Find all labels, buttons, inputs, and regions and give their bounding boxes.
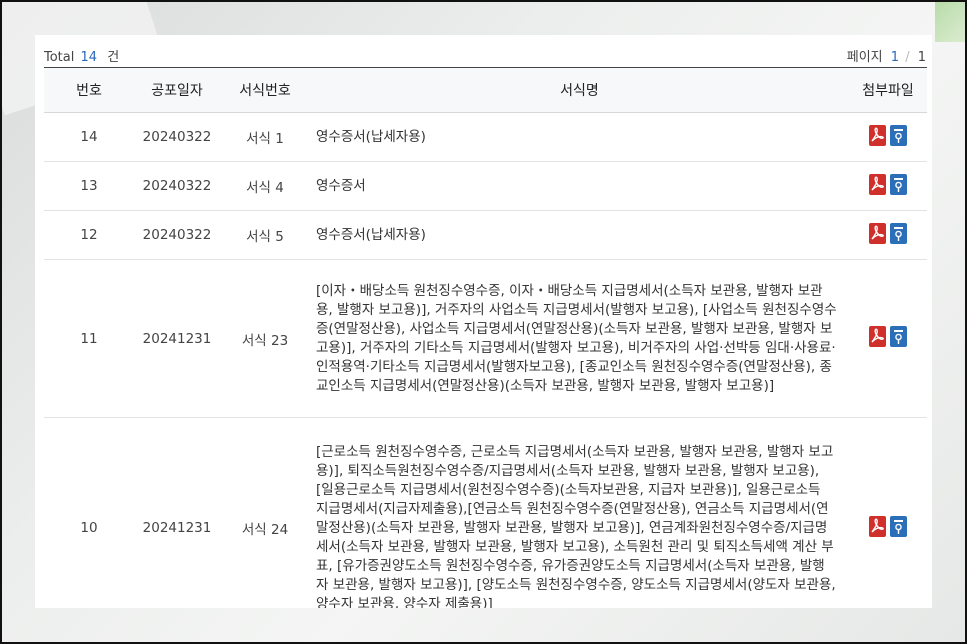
hwp-file-icon[interactable]: [890, 326, 907, 347]
row-form-name[interactable]: 영수증서(납세자용): [310, 210, 849, 260]
current-page: 1: [890, 49, 900, 65]
hwp-file-icon[interactable]: [890, 222, 907, 244]
row-number: 11: [44, 259, 134, 418]
page-label: 페이지: [846, 49, 883, 65]
table-row: 12 20240322 서식 5 영수증서(납세자용): [44, 210, 927, 260]
row-number: 10: [44, 417, 134, 608]
row-form-number: 서식 24: [220, 417, 310, 608]
pdf-file-icon[interactable]: [869, 326, 886, 347]
row-date: 20241231: [134, 259, 220, 418]
form-list-panel: Total 14 건 페이지 1 / 1 번호 공포일자 서식번호 서식명 첨부…: [35, 35, 932, 608]
total-label: Total: [44, 49, 75, 65]
total-unit: 건: [107, 49, 120, 65]
row-date: 20240322: [134, 112, 220, 162]
table-row: 13 20240322 서식 4 영수증서: [44, 161, 927, 211]
total-number: 14: [80, 49, 98, 65]
list-summary-bar: Total 14 건 페이지 1 / 1: [44, 43, 926, 67]
total-count: Total 14 건: [44, 46, 119, 65]
background-green-corner: [935, 2, 965, 42]
row-number: 14: [44, 112, 134, 162]
hwp-file-icon[interactable]: [890, 173, 907, 195]
row-form-name[interactable]: 영수증서(납세자용): [310, 112, 849, 162]
pdf-file-icon[interactable]: [869, 515, 886, 537]
pdf-file-icon[interactable]: [869, 173, 886, 195]
row-date: 20240322: [134, 161, 220, 211]
table-row: 10 20241231 서식 24 [근로소득 원천징수영수증, 근로소득 지급…: [44, 417, 927, 608]
row-form-number: 서식 1: [220, 112, 310, 162]
column-header-attachments: 첨부파일: [849, 68, 927, 113]
table-header-row: 번호 공포일자 서식번호 서식명 첨부파일: [44, 68, 927, 113]
total-pages: 1: [917, 49, 926, 65]
row-attachments: [849, 417, 927, 608]
column-header-number: 번호: [44, 68, 134, 113]
row-date: 20241231: [134, 417, 220, 608]
row-date: 20240322: [134, 210, 220, 260]
row-attachments: [849, 210, 927, 260]
row-attachments: [849, 259, 927, 418]
row-attachments: [849, 112, 927, 162]
form-table: 번호 공포일자 서식번호 서식명 첨부파일 14 20240322 서식 1 영…: [44, 68, 927, 608]
hwp-file-icon[interactable]: [890, 515, 907, 537]
row-form-number: 서식 23: [220, 259, 310, 418]
row-number: 13: [44, 161, 134, 211]
row-form-name[interactable]: [이자・배당소득 원천징수영수증, 이자・배당소득 지급명세서(소득자 보관용,…: [310, 259, 849, 418]
row-form-number: 서식 4: [220, 161, 310, 211]
row-number: 12: [44, 210, 134, 260]
row-form-name[interactable]: 영수증서: [310, 161, 849, 211]
table-row: 11 20241231 서식 23 [이자・배당소득 원천징수영수증, 이자・배…: [44, 259, 927, 418]
pdf-file-icon[interactable]: [869, 222, 886, 244]
row-form-name[interactable]: [근로소득 원천징수영수증, 근로소득 지급명세서(소득자 보관용, 발행자 보…: [310, 417, 849, 608]
row-attachments: [849, 161, 927, 211]
hwp-file-icon[interactable]: [890, 124, 907, 146]
pdf-file-icon[interactable]: [869, 124, 886, 146]
column-header-form-name: 서식명: [310, 68, 849, 113]
table-row: 14 20240322 서식 1 영수증서(납세자용): [44, 112, 927, 162]
page-separator: /: [905, 49, 910, 65]
page-indicator: 페이지 1 / 1: [847, 46, 926, 65]
column-header-form-number: 서식번호: [220, 68, 310, 113]
row-form-number: 서식 5: [220, 210, 310, 260]
column-header-date: 공포일자: [134, 68, 220, 113]
